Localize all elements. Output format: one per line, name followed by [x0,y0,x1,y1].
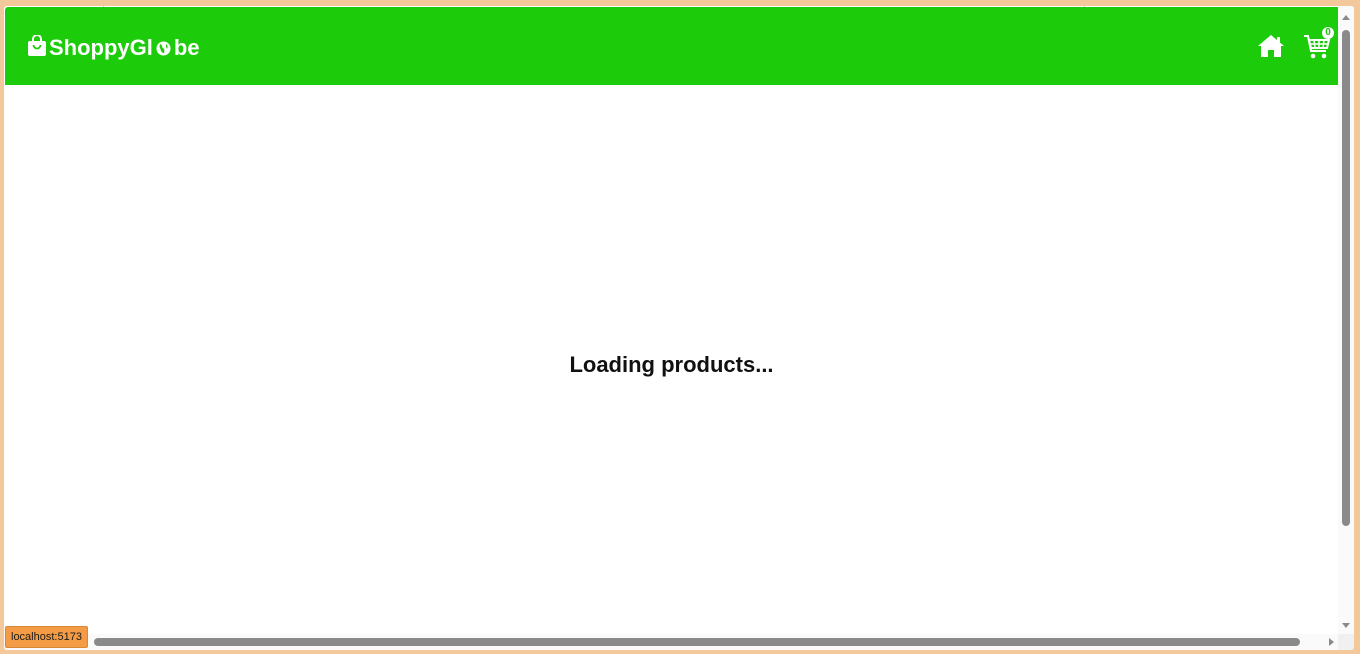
shopping-bag-icon [28,35,46,56]
scrollbar-corner [1338,634,1354,650]
vertical-scrollbar[interactable] [1338,6,1354,634]
vertical-scroll-thumb[interactable] [1342,30,1350,526]
globe-icon [156,40,171,56]
horizontal-scroll-thumb[interactable] [94,638,1300,646]
main-content: Loading products... [5,85,1338,633]
loading-message: Loading products... [569,352,774,377]
home-button[interactable] [1256,31,1286,61]
scroll-up-arrow-icon[interactable] [1342,15,1350,20]
brand-name-part1: ShoppyGl [49,35,153,60]
brand-name-part2: be [173,35,200,60]
brand-logo-link[interactable]: ShoppyGl be [27,31,200,65]
navbar: ShoppyGl be 0 [5,7,1338,85]
cart-button[interactable]: 0 [1302,27,1334,61]
cart-count-badge: 0 [1322,27,1334,39]
scroll-down-arrow-icon[interactable] [1342,623,1350,628]
horizontal-scrollbar[interactable] [4,634,1338,650]
status-link-preview: localhost:5173 [5,626,88,648]
home-icon [1258,35,1284,57]
nav-actions: 0 [1256,27,1334,61]
browser-viewport: ShoppyGl be 0 Loading products... localh… [4,6,1354,650]
scroll-right-arrow-icon[interactable] [1329,638,1334,646]
